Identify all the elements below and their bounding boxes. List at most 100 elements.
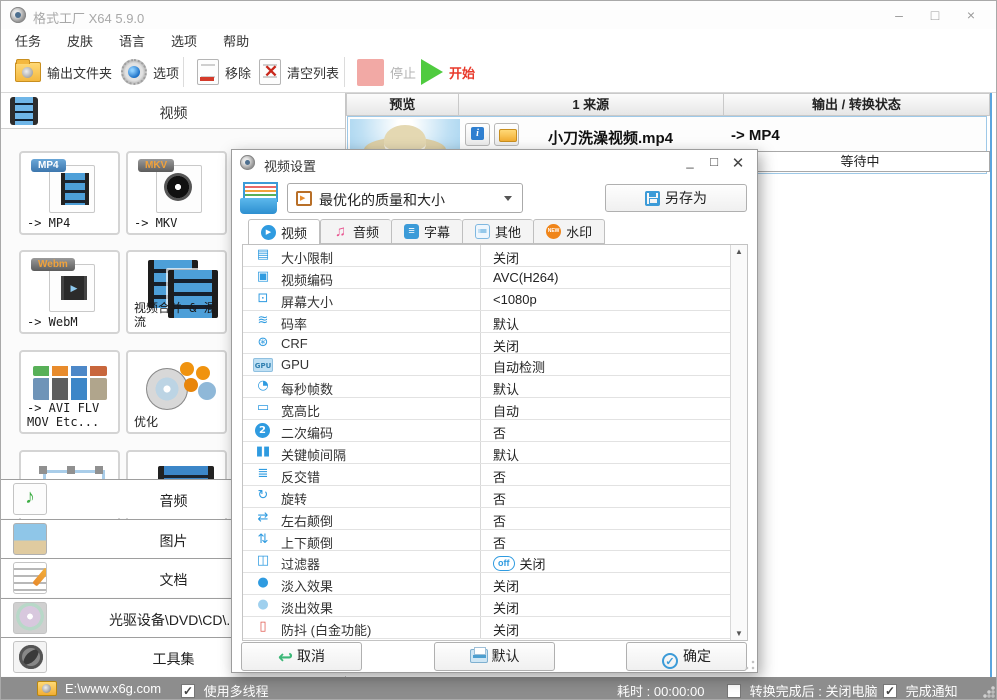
profile-select[interactable]: 最优化的质量和大小 <box>287 183 523 213</box>
dialog-maximize-button[interactable]: □ <box>703 154 725 169</box>
menu-item-3[interactable]: 选项 <box>167 29 201 52</box>
status-badge: 等待中 <box>730 151 990 172</box>
setting-row-4[interactable]: ⊛ CRF 关闭 <box>243 332 747 355</box>
setting-label: 屏幕大小 <box>281 294 334 310</box>
setting-row-0[interactable]: ▤ 大小限制 关闭 <box>243 245 747 267</box>
setting-value: 否 <box>493 469 507 485</box>
video-card-0[interactable]: MP4 -> MP4 <box>19 151 120 235</box>
setting-value: 关闭 <box>493 601 520 617</box>
tab-audio[interactable]: ♫ 音频 <box>320 219 392 244</box>
clear-list-label: 清空列表 <box>287 65 340 81</box>
save-as-button[interactable]: 另存为 <box>605 184 747 212</box>
dialog-resize-grip[interactable] <box>745 660 755 670</box>
setting-row-7[interactable]: ▭ 宽高比 自动 <box>243 398 747 421</box>
scroll-down-icon[interactable]: ▼ <box>731 629 747 638</box>
app-icon <box>10 7 26 23</box>
setting-row-9[interactable]: ▮▮ 关键帧间隔 默认 <box>243 442 747 464</box>
setting-row-8[interactable]: 2 二次编码 否 <box>243 420 747 443</box>
setting-row-10[interactable]: ≣ 反交错 否 <box>243 463 747 486</box>
setting-row-15[interactable]: ● 淡入效果 关闭 <box>243 573 747 596</box>
shutdown-label: 转换完成后 : 关闭电脑 <box>749 684 878 699</box>
video-card-2[interactable]: Webm -> WebM <box>19 250 120 334</box>
setting-row-6[interactable]: ◔ 每秒帧数 默认 <box>243 376 747 399</box>
clear-list-button[interactable]: 清空列表 <box>259 55 339 89</box>
multithread-label: 使用多线程 <box>203 684 269 699</box>
chevron-down-icon <box>504 196 512 201</box>
video-header-label: 视频 <box>159 105 188 121</box>
resize-grip[interactable] <box>983 686 995 698</box>
stop-button[interactable]: 停止 <box>357 55 416 89</box>
maximize-button[interactable]: □ <box>922 7 948 23</box>
setting-row-5[interactable]: GPU GPU 自动检测 <box>243 354 747 377</box>
aspect-icon: ▭ <box>256 400 270 416</box>
menu-item-2[interactable]: 语言 <box>115 29 149 52</box>
dialog-title-bar: 视频设置 _ □ ✕ <box>232 150 757 176</box>
video-card-3[interactable]: 视频合并 & 混流 <box>126 250 227 334</box>
shutdown-checkbox[interactable] <box>727 684 741 698</box>
two-pass-icon: 2 <box>255 423 270 439</box>
output-path[interactable]: E:\www.x6g.com <box>65 681 161 696</box>
setting-row-3[interactable]: ≋ 码率 默认 <box>243 310 747 333</box>
menu-item-0[interactable]: 任务 <box>11 29 45 52</box>
video-card-label: -> MP4 <box>27 216 71 230</box>
setting-row-11[interactable]: ↻ 旋转 否 <box>243 485 747 508</box>
app-window: 格式工厂 X64 5.9.0 – □ × 任务 皮肤 语言 选项 帮助 输出文件夹 选项… <box>0 0 997 700</box>
setting-row-14[interactable]: ◫ 过滤器 off 关闭 <box>243 551 747 574</box>
remove-button[interactable]: 移除 <box>197 55 251 89</box>
setting-label: 过滤器 <box>281 557 321 573</box>
default-button[interactable]: 默认 <box>434 642 555 671</box>
open-folder-button[interactable] <box>494 123 519 146</box>
cancel-button[interactable]: ↩ 取消 <box>241 642 362 671</box>
setting-value: off 关闭 <box>493 554 546 573</box>
output-path-icon[interactable] <box>37 681 57 696</box>
ok-label: 确定 <box>683 648 711 664</box>
video-card-4[interactable]: -> AVI FLV MOV Etc... <box>19 350 120 434</box>
fade-out-icon: ● <box>257 597 269 613</box>
start-label: 开始 <box>449 65 476 81</box>
setting-row-12[interactable]: ⇄ 左右颠倒 否 <box>243 507 747 530</box>
scroll-up-icon[interactable]: ▲ <box>731 247 747 256</box>
stop-label: 停止 <box>390 65 417 81</box>
tab-other[interactable]: ≔ 其他 <box>462 219 534 244</box>
setting-row-13[interactable]: ⇅ 上下颠倒 否 <box>243 529 747 552</box>
clear-list-icon <box>259 59 282 85</box>
window-title: 格式工厂 X64 5.9.0 <box>33 11 145 26</box>
tab-watermark[interactable]: NEW 水印 <box>533 219 606 244</box>
setting-row-1[interactable]: ▣ 视频编码 AVC(H264) <box>243 266 747 289</box>
notify-checkbox[interactable] <box>883 684 897 698</box>
close-button[interactable]: × <box>958 7 984 23</box>
minimize-button[interactable]: – <box>886 7 912 23</box>
setting-value: 默认 <box>493 382 520 398</box>
dialog-minimize-button[interactable]: _ <box>679 154 701 169</box>
setting-row-2[interactable]: ⊡ 屏幕大小 <1080p <box>243 288 747 311</box>
format-badge: MKV <box>138 159 175 172</box>
options-button[interactable]: 选项 <box>121 55 179 89</box>
menu-item-1[interactable]: 皮肤 <box>63 29 97 52</box>
info-button[interactable] <box>465 123 490 146</box>
tab-subtitle[interactable]: ≡ 字幕 <box>391 219 463 244</box>
tab-label: 字幕 <box>424 225 451 240</box>
video-card-5[interactable]: 优化 <box>126 350 227 434</box>
queue-header: 预览 1 来源 输出 / 转换状态 <box>346 93 990 116</box>
output-folder-button[interactable]: 输出文件夹 <box>15 55 112 89</box>
watermark-tab-icon: NEW <box>546 224 562 239</box>
notify-option[interactable]: 完成通知 <box>883 681 958 699</box>
filter-icon: ◫ <box>256 553 270 569</box>
multithread-checkbox[interactable] <box>181 684 195 698</box>
video-card-1[interactable]: MKV -> MKV <box>126 151 227 235</box>
dialog-tabs: ▶ 视频 ♫ 音频 ≡ 字幕 ≔ 其他 NEW 水印 <box>248 219 606 245</box>
dialog-close-button[interactable]: ✕ <box>727 154 749 172</box>
output-format: -> MP4 <box>731 127 780 144</box>
start-button[interactable]: 开始 <box>421 55 475 89</box>
default-icon <box>469 647 488 663</box>
cancel-arrow-icon: ↩ <box>277 647 294 668</box>
tab-video[interactable]: ▶ 视频 <box>248 219 321 245</box>
ok-button[interactable]: ✓ 确定 <box>626 642 747 671</box>
setting-row-17[interactable]: ▯ 防抖 (白金功能) 关闭 <box>243 617 747 640</box>
multithread-option[interactable]: 使用多线程 <box>181 681 269 699</box>
setting-row-16[interactable]: ● 淡出效果 关闭 <box>243 595 747 618</box>
table-scrollbar[interactable]: ▲ ▼ <box>730 245 747 640</box>
shutdown-option[interactable]: 转换完成后 : 关闭电脑 <box>727 681 878 699</box>
menu-item-4[interactable]: 帮助 <box>219 29 253 52</box>
sidebar-video-header[interactable]: 视频 <box>1 93 346 129</box>
